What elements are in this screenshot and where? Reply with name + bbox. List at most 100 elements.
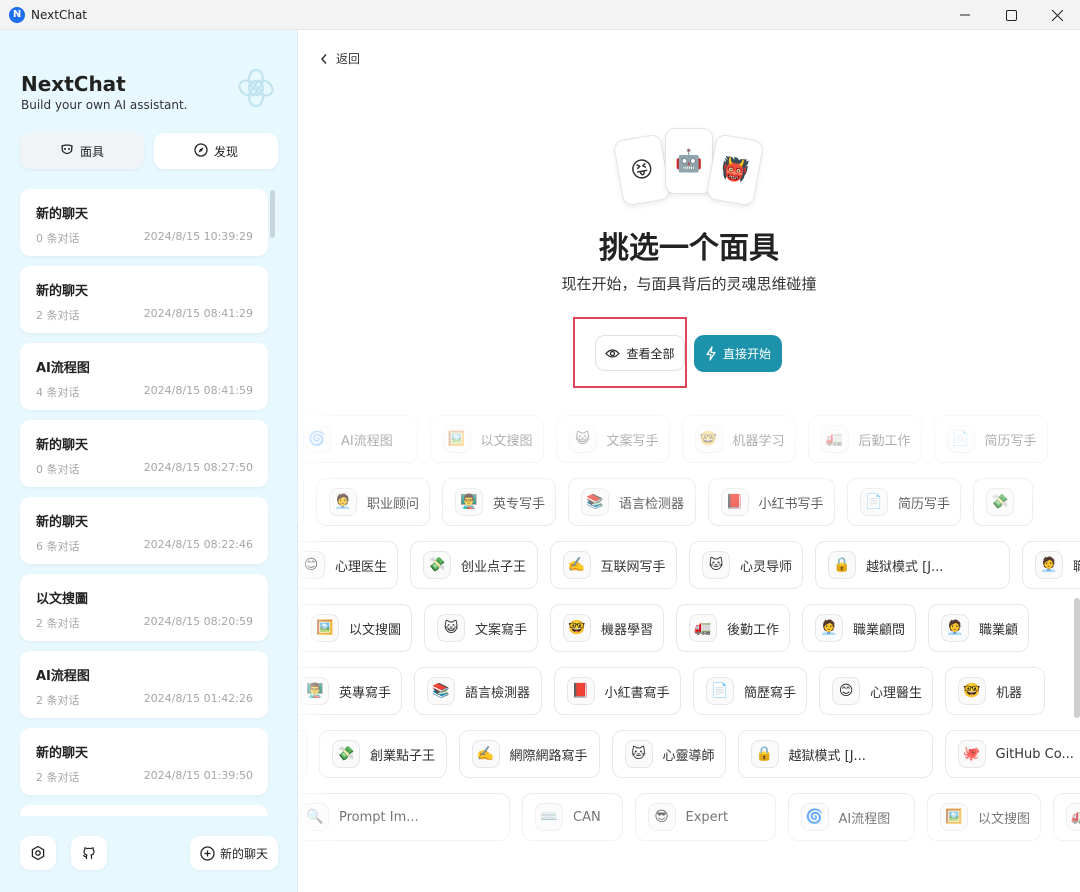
chat-list-item[interactable]: AI流程图 4 条对话 2024/8/15 08:41:59 xyxy=(20,343,268,410)
mask-card[interactable]: 💸 创业点子王 xyxy=(410,541,538,589)
page-subtitle: 现在开始，与面具背后的灵魂思维碰撞 xyxy=(561,275,817,293)
emoji-card-1: 😝 xyxy=(612,133,672,207)
mask-card[interactable]: ✍️ 互联网写手 xyxy=(549,541,677,589)
mask-card[interactable]: 🧑‍💼 職業顧 xyxy=(928,604,1029,652)
mask-card[interactable]: 🚛后勤工作 xyxy=(1053,793,1080,841)
mask-avatar-icon: ✍️ xyxy=(471,740,500,768)
github-button[interactable] xyxy=(71,836,107,870)
mask-card[interactable]: 🤓 机器学习 xyxy=(681,415,796,463)
sidebar-title: NextChat xyxy=(21,72,126,96)
mask-card[interactable]: ⌨️ CAN xyxy=(522,793,623,841)
back-button[interactable]: 返回 xyxy=(320,50,360,67)
mask-avatar-icon: 🖼️ xyxy=(940,803,968,831)
mask-card[interactable]: 📚 语言检测器 xyxy=(568,478,696,526)
chat-item-title: 以文搜圖 xyxy=(36,592,89,607)
mask-card[interactable]: 🐙 GitHub Co... xyxy=(944,730,1080,778)
mask-card[interactable]: 🌀 AI流程图 xyxy=(787,793,915,841)
mask-card[interactable] xyxy=(298,730,307,778)
mask-row: 🔍 Prompt Im... ⌨️ CAN 😎 Expert 🌀 AI流程图 🖼️ 以文搜图 🚛后勤… xyxy=(298,793,1080,841)
start-chat-button[interactable]: 直接开始 xyxy=(694,335,782,372)
page-title: 挑选一个面具 xyxy=(599,231,779,266)
mask-card[interactable]: 📄 简历写手 xyxy=(847,478,961,526)
chat-list-item[interactable]: 新的聊天 2 条对话 2024/8/15 08:41:29 xyxy=(20,266,268,333)
mask-card[interactable]: 💸 創業點子王 xyxy=(319,730,447,778)
mask-avatar-icon: 🖼️ xyxy=(442,425,471,453)
tab-mask[interactable]: 面具 xyxy=(20,133,144,169)
mask-card[interactable]: 😺 文案寫手 xyxy=(424,604,538,652)
sidebar-scrollbar[interactable] xyxy=(270,190,275,238)
chat-item-count: 2 条对话 xyxy=(36,617,80,630)
mask-avatar-icon: 🌀 xyxy=(800,803,829,831)
mask-card[interactable]: 👨‍🏫 英專寫手 xyxy=(298,667,402,715)
chat-list-item[interactable]: AI流程图 2 条对话 2024/8/15 01:42:26 xyxy=(20,651,268,718)
mask-card[interactable]: 🚛 後勤工作 xyxy=(676,604,790,652)
mask-card[interactable]: 🔒 越狱模式 [J... xyxy=(815,541,1010,589)
mask-card-label: 越狱模式 [J... xyxy=(866,559,944,575)
mask-avatar-icon: 💸 xyxy=(986,488,1014,516)
close-button[interactable] xyxy=(1034,0,1080,30)
mask-card[interactable]: 🔒 越獄模式 [J... xyxy=(737,730,933,778)
mask-card[interactable]: 😊 心理医生 xyxy=(298,541,398,589)
mask-card[interactable]: 📕 小紅書寫手 xyxy=(553,667,681,715)
settings-button[interactable] xyxy=(20,836,56,870)
mask-card[interactable]: 🚛后勤工作 xyxy=(807,415,922,463)
chat-list-item[interactable]: 新的聊天 0 条对话 2024/8/15 10:39:29 xyxy=(20,189,268,256)
mask-card[interactable]: 🧑‍💼 職 xyxy=(1022,541,1080,589)
chat-item-title: 新的聊天 xyxy=(36,746,89,761)
new-chat-button[interactable]: 新的聊天 xyxy=(190,836,278,870)
mask-card[interactable]: 🖼️ 以文搜图 xyxy=(927,793,1041,841)
mask-card-label: 职业顾问 xyxy=(367,496,420,512)
mask-card[interactable]: ✍️ 網際網路寫手 xyxy=(458,730,600,778)
mask-card[interactable]: 😎 Expert xyxy=(634,793,776,841)
mask-icon xyxy=(60,143,74,160)
chat-item-time: 2024/8/15 01:42:26 xyxy=(143,692,253,705)
app-logo-icon: N xyxy=(9,6,25,23)
mask-row: 😊 心理医生 💸 创业点子王 ✍️ 互联网写手 🐱 心灵导师 🔒 越狱模式 [J... 🧑‍💼 職 xyxy=(298,541,1080,589)
mask-card[interactable]: 🖼️ 以文搜图 xyxy=(429,415,544,463)
mask-card[interactable]: 📕 小红书写手 xyxy=(707,478,835,526)
mask-card[interactable]: 📚 語言檢測器 xyxy=(414,667,542,715)
mask-card[interactable]: 🔍 Prompt Im... xyxy=(298,793,510,841)
chevron-left-icon xyxy=(320,53,327,64)
mask-card[interactable]: 🌀 AI流程图 xyxy=(298,415,418,463)
mask-card-label: 以文搜图 xyxy=(480,433,533,449)
chat-list-item[interactable] xyxy=(20,805,268,816)
mask-avatar-icon: 🧑‍💼 xyxy=(815,614,843,642)
mask-card[interactable]: 🧑‍💼 职业顾问 xyxy=(316,478,430,526)
minimize-button[interactable] xyxy=(942,0,988,30)
maximize-button[interactable] xyxy=(988,0,1034,30)
chat-list-item[interactable]: 新的聊天 0 条对话 2024/8/15 08:27:50 xyxy=(20,420,268,487)
tab-discover[interactable]: 发现 xyxy=(154,133,278,169)
maximize-icon xyxy=(1005,9,1017,21)
mask-card[interactable]: 📄 简历写手 xyxy=(933,415,1048,463)
chat-list-item[interactable]: 新的聊天 2 条对话 2024/8/15 01:39:50 xyxy=(20,728,268,795)
mask-avatar-icon: 🚛 xyxy=(820,425,849,453)
mask-card-label: 小紅書寫手 xyxy=(604,685,670,701)
tab-discover-label: 发现 xyxy=(213,144,238,159)
chat-list-item[interactable]: 新的聊天 6 条对话 2024/8/15 08:22:46 xyxy=(20,497,268,564)
mask-avatar-icon: 🚛 xyxy=(689,614,717,642)
mask-card[interactable]: 🐱 心靈導師 xyxy=(611,730,726,778)
mask-card[interactable]: 👨‍🏫 英专写手 xyxy=(442,478,556,526)
mask-card-label: 職業顧 xyxy=(979,622,1019,638)
mask-card-label: 机器 xyxy=(996,685,1023,701)
emoji-card-2: 🤖 xyxy=(665,128,713,194)
mask-card[interactable]: 🖼️ 以文搜圖 xyxy=(298,604,412,652)
highlight-annotation-box xyxy=(573,317,687,388)
mask-avatar-icon: 🤓 xyxy=(563,614,591,642)
start-chat-label: 直接开始 xyxy=(722,347,771,361)
chat-list-item[interactable]: 以文搜圖 2 条对话 2024/8/15 08:20:59 xyxy=(20,574,268,641)
mask-card[interactable] xyxy=(298,478,304,526)
main-scrollbar[interactable] xyxy=(1074,598,1080,718)
mask-avatar-icon: 💸 xyxy=(332,740,360,768)
mask-card[interactable]: 🧑‍💼 職業顧問 xyxy=(802,604,916,652)
mask-card-label: 越獄模式 [J... xyxy=(788,748,866,764)
mask-card[interactable]: 📄 簡歷寫手 xyxy=(693,667,807,715)
mask-card[interactable]: 😊 心理醫生 xyxy=(819,667,933,715)
mask-card[interactable]: 🐱 心灵导师 xyxy=(689,541,803,589)
mask-card[interactable]: 💸 xyxy=(973,478,1033,526)
chat-item-count: 0 条对话 xyxy=(36,463,80,476)
mask-card[interactable]: 😺 文案写手 xyxy=(555,415,670,463)
mask-card[interactable]: 🤓 機器學習 xyxy=(550,604,664,652)
mask-card[interactable]: 🤓 机器 xyxy=(945,667,1045,715)
